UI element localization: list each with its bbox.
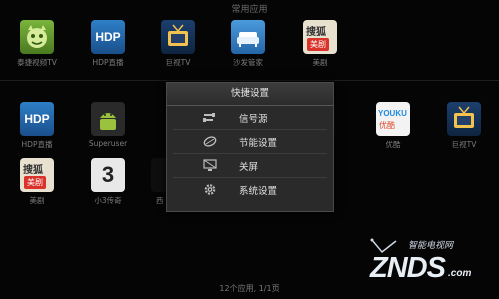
app-count: 12个应用, [219, 284, 257, 293]
sohu-meiju-icon: 搜狐 美剧 [303, 20, 337, 54]
tile-text: HDP [95, 30, 121, 44]
app-youku[interactable]: YOUKU 优酷 优酷 [363, 102, 423, 150]
menu-item-label: 系统设置 [239, 186, 278, 197]
app-superuser[interactable]: Superuser [78, 102, 138, 148]
gear-icon [204, 184, 216, 195]
app-meiju[interactable]: 搜狐 美剧 美剧 [290, 20, 350, 68]
menu-item-label: 关屏 [239, 162, 259, 173]
app-meiju-2[interactable]: 搜狐 美剧 美剧 [7, 158, 67, 206]
tile-text: YOUKU [378, 109, 407, 118]
menu-item-signal-source[interactable]: 信号源 [173, 106, 327, 130]
tile-sub: 美剧 [307, 38, 329, 51]
menu-item-energy-saving[interactable]: 节能设置 [173, 130, 327, 154]
watermark-subtitle: 智能电视网 [408, 241, 454, 251]
menu-item-system-settings[interactable]: 系统设置 [173, 178, 327, 201]
app-label: 优酷 [385, 140, 401, 149]
app-hdp-live[interactable]: HDP HDP直播 [78, 20, 138, 68]
hdp-icon: HDP [20, 102, 54, 136]
app-label: 沙发管家 [233, 58, 263, 67]
znds-watermark: 智能电视网 ZNDS .com [362, 238, 492, 288]
tile-text: HDP [24, 112, 50, 126]
tile-text: 3 [101, 162, 115, 187]
app-label: HDP直播 [92, 58, 124, 67]
app-label: 巨视TV [451, 140, 477, 149]
app-label: 巨视TV [165, 58, 191, 67]
tile-sub: 优酷 [379, 121, 395, 130]
app-label: Superuser [88, 139, 128, 148]
app-label: 美剧 [29, 196, 45, 205]
menu-item-label: 信号源 [239, 114, 268, 125]
watermark-suffix: .com [448, 268, 472, 279]
app-jushi-tv[interactable]: 巨视TV [148, 20, 208, 68]
app-xiao3-legend[interactable]: 3 小3传奇 [78, 158, 138, 206]
cat-face-icon [20, 20, 54, 54]
app-taijie-tv[interactable]: 泰捷视频TV [7, 20, 67, 68]
quick-settings-dialog: 快捷设置 信号源 节能设置 关屏 系统设置 [166, 82, 334, 212]
app-sofa-butler[interactable]: 沙发管家 [218, 20, 278, 68]
section-title-frequent: 常用应用 [231, 5, 268, 15]
hdp-icon: HDP [91, 20, 125, 54]
watermark-logo: ZNDS [370, 252, 446, 284]
eco-leaf-icon [203, 136, 217, 147]
number-three-icon: 3 [91, 158, 125, 192]
app-jushi-tv-2[interactable]: 巨视TV [434, 102, 494, 150]
tv-icon [447, 102, 481, 136]
dialog-title: 快捷设置 [167, 83, 333, 106]
youku-icon: YOUKU 优酷 [376, 102, 410, 136]
app-label: HDP直播 [21, 140, 53, 149]
sohu-meiju-icon: 搜狐 美剧 [20, 158, 54, 192]
sofa-icon [231, 20, 265, 54]
screen-off-icon [203, 159, 217, 171]
tile-text: 搜狐 [23, 165, 43, 176]
tv-icon [161, 20, 195, 54]
menu-item-label: 节能设置 [239, 138, 278, 149]
app-label: 美剧 [312, 58, 328, 67]
app-label: 泰捷视频TV [17, 58, 57, 67]
page-indicator: 1/1页 [258, 284, 280, 293]
signal-source-icon [203, 113, 215, 122]
tile-sub: 美剧 [24, 176, 46, 189]
tile-text: 搜狐 [306, 27, 326, 38]
app-label: 小3传奇 [94, 196, 122, 205]
launcher-screen: 常用应用 泰捷视频TV HDP HDP直播 巨视TV 沙发管家 搜狐 美剧 美剧… [0, 0, 499, 299]
menu-item-screen-off[interactable]: 关屏 [173, 154, 327, 178]
section-divider [0, 80, 499, 81]
android-icon [91, 102, 125, 136]
app-hdp-live-2[interactable]: HDP HDP直播 [7, 102, 67, 150]
